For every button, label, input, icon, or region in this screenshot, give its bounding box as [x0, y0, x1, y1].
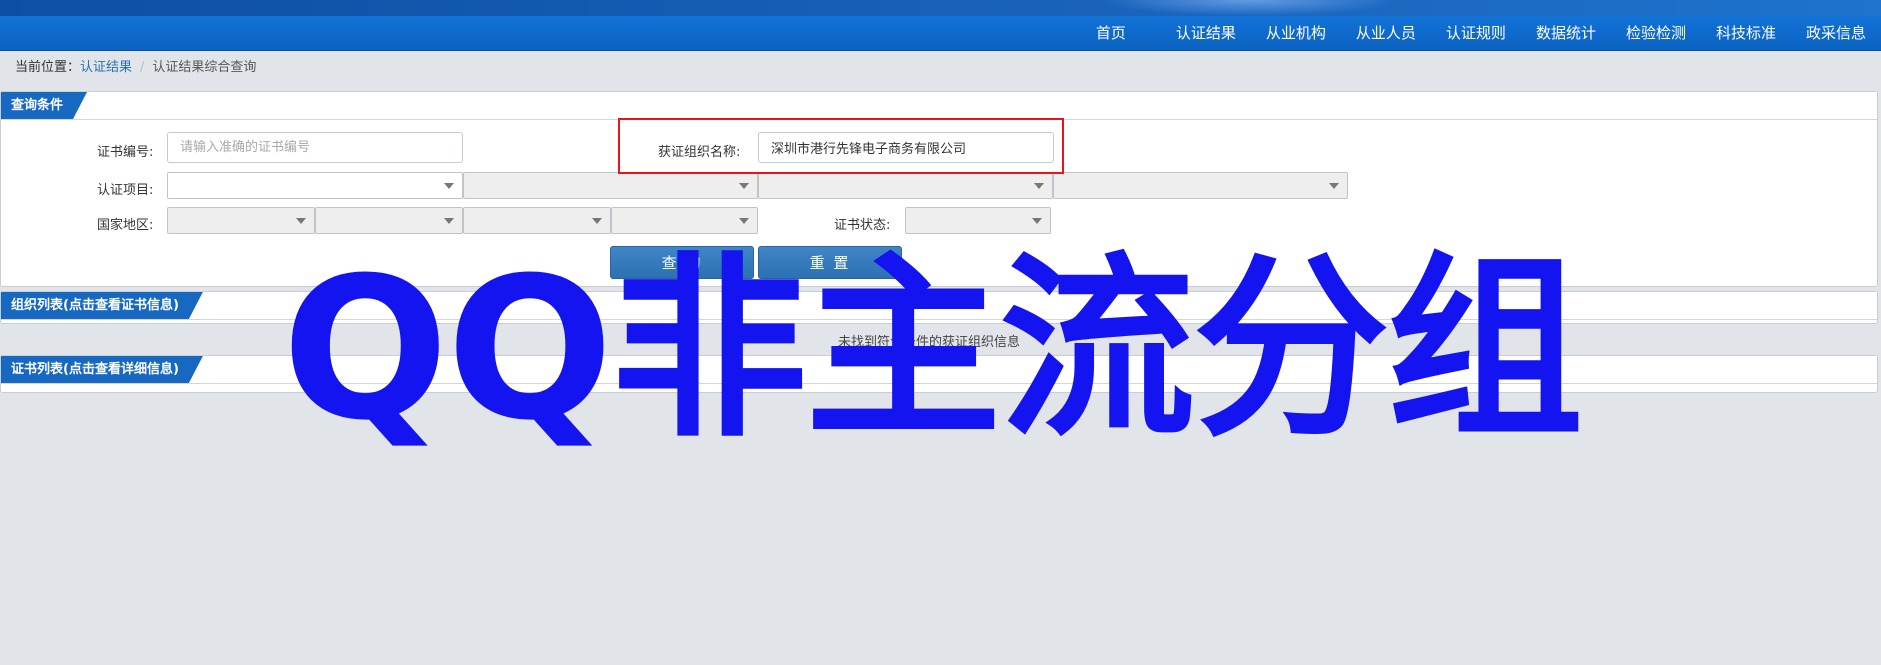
breadcrumb-separator: / [140, 60, 145, 75]
nav-item-cert-results[interactable]: 认证结果 [1161, 16, 1251, 50]
cert-item-select-4[interactable] [1053, 172, 1348, 199]
breadcrumb-link-cert-results[interactable]: 认证结果 [80, 60, 132, 75]
cert-list-panel-title: 证书列表(点击查看详细信息) [1, 356, 203, 383]
org-list-panel-header: 组织列表(点击查看证书信息) [1, 292, 1877, 320]
region-select-4[interactable] [611, 207, 758, 234]
status-select[interactable] [905, 207, 1051, 234]
breadcrumb-current: 认证结果综合查询 [152, 60, 257, 75]
org-name-input[interactable] [758, 132, 1054, 163]
nav-item-statistics[interactable]: 数据统计 [1521, 16, 1611, 50]
cert-item-select-1[interactable] [167, 172, 463, 199]
query-panel: 查询条件 证书编号: 获证组织名称: 认证项目: 国家地区: 证书状态: 查 询… [0, 91, 1878, 287]
cert-no-input[interactable] [167, 132, 463, 163]
reset-button[interactable]: 重 置 [758, 246, 902, 279]
nav-item-standards[interactable]: 科技标准 [1701, 16, 1791, 50]
region-select-3[interactable] [463, 207, 611, 234]
cert-list-panel: 证书列表(点击查看详细信息) [0, 355, 1878, 393]
breadcrumb-prefix: 当前位置： [15, 60, 81, 75]
banner-glow [1100, 0, 1400, 16]
chevron-down-icon [1329, 183, 1339, 189]
nav-item-institutions[interactable]: 从业机构 [1251, 16, 1341, 50]
cert-no-label: 证书编号: [97, 145, 154, 160]
org-list-empty-message: 未找到符合条件的获证组织信息 [838, 335, 1021, 350]
nav-item-personnel[interactable]: 从业人员 [1341, 16, 1431, 50]
query-button[interactable]: 查 询 [610, 246, 754, 279]
nav-item-procurement[interactable]: 政采信息 [1791, 16, 1881, 50]
org-list-panel-title: 组织列表(点击查看证书信息) [1, 292, 203, 319]
query-panel-header: 查询条件 [1, 92, 1877, 120]
query-panel-title: 查询条件 [1, 92, 87, 119]
nav-item-rules[interactable]: 认证规则 [1431, 16, 1521, 50]
region-label: 国家地区: [97, 218, 154, 233]
nav-item-inspection[interactable]: 检验检测 [1611, 16, 1701, 50]
nav-item-home[interactable]: 首页 [1081, 16, 1141, 50]
nav-items: 首页 认证结果 从业机构 从业人员 认证规则 数据统计 检验检测 科技标准 政采… [1081, 16, 1881, 50]
org-list-panel: 组织列表(点击查看证书信息) [0, 291, 1878, 324]
status-label: 证书状态: [834, 218, 891, 233]
chevron-down-icon [739, 218, 749, 224]
org-name-label: 获证组织名称: [658, 145, 741, 160]
chevron-down-icon [444, 183, 454, 189]
chevron-down-icon [592, 218, 602, 224]
breadcrumb: 当前位置：认证结果 / 认证结果综合查询 [15, 58, 256, 78]
cert-item-select-2[interactable] [463, 172, 758, 199]
cert-list-panel-header: 证书列表(点击查看详细信息) [1, 356, 1877, 384]
cert-item-select-3[interactable] [758, 172, 1053, 199]
region-select-2[interactable] [315, 207, 463, 234]
main-navbar: 首页 认证结果 从业机构 从业人员 认证规则 数据统计 检验检测 科技标准 政采… [0, 16, 1881, 51]
chevron-down-icon [1034, 183, 1044, 189]
chevron-down-icon [739, 183, 749, 189]
chevron-down-icon [296, 218, 306, 224]
region-select-1[interactable] [167, 207, 315, 234]
chevron-down-icon [444, 218, 454, 224]
top-banner [0, 0, 1881, 16]
cert-item-label: 认证项目: [97, 183, 154, 198]
chevron-down-icon [1032, 218, 1042, 224]
